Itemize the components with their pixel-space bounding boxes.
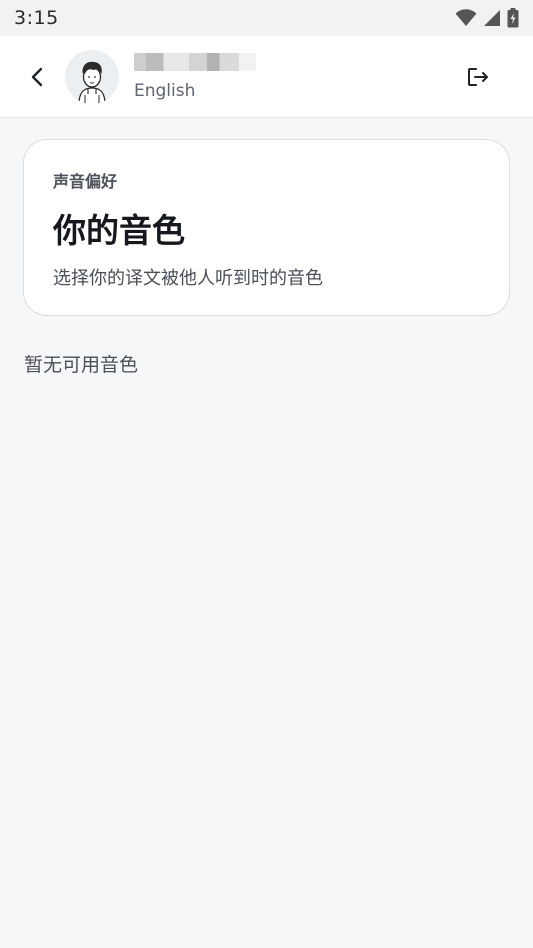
status-icons xyxy=(455,8,519,28)
avatar[interactable] xyxy=(65,50,119,104)
header: English xyxy=(0,36,533,118)
battery-charging-icon xyxy=(507,8,519,28)
card-description: 选择你的译文被他人听到时的音色 xyxy=(53,268,323,289)
user-avatar-illustration xyxy=(78,61,106,104)
logout-icon xyxy=(468,68,488,86)
status-time: 3:15 xyxy=(14,7,59,29)
voice-preference-card: 声音偏好 你的音色 选择你的译文被他人听到时的音色 xyxy=(23,139,510,316)
card-eyebrow: 声音偏好 xyxy=(53,172,118,191)
wifi-icon xyxy=(455,9,477,26)
empty-state-message: 暂无可用音色 xyxy=(24,354,139,376)
cellular-signal-icon xyxy=(484,10,500,26)
back-button[interactable] xyxy=(22,62,52,92)
logout-button[interactable] xyxy=(464,63,492,91)
user-language: English xyxy=(134,81,196,101)
card-title: 你的音色 xyxy=(53,211,185,250)
chevron-left-icon xyxy=(31,67,43,87)
status-bar: 3:15 xyxy=(0,0,533,36)
username-redacted xyxy=(134,53,256,71)
